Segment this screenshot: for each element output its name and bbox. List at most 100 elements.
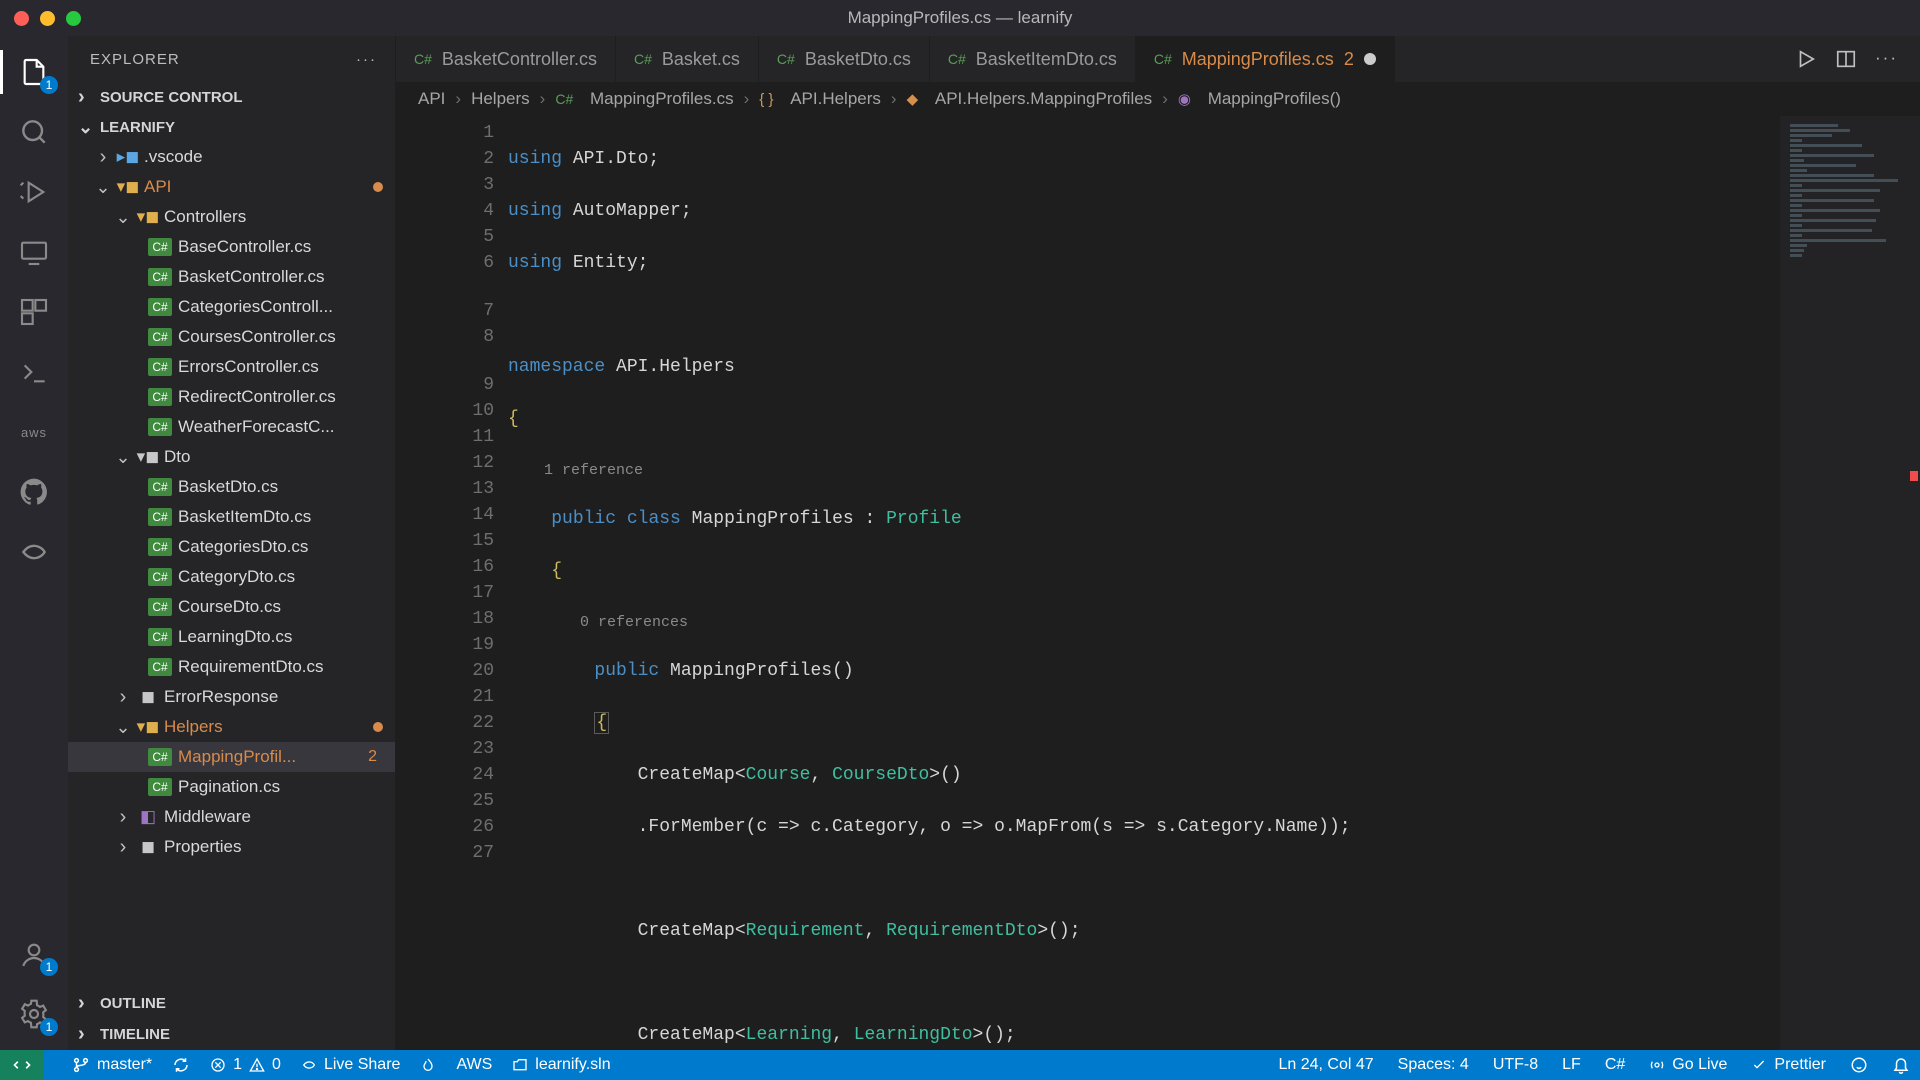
file-pagination[interactable]: C#Pagination.cs bbox=[68, 772, 395, 802]
folder-vscode[interactable]: ▸◼ .vscode bbox=[68, 142, 395, 172]
breadcrumb-seg[interactable]: API bbox=[418, 89, 445, 109]
breadcrumb[interactable]: API› Helpers› C# MappingProfiles.cs› { }… bbox=[396, 82, 1920, 116]
cs-icon: C# bbox=[148, 658, 172, 676]
status-aws[interactable]: AWS bbox=[456, 1056, 492, 1074]
chevron-right-icon bbox=[114, 806, 132, 829]
file-row[interactable]: C#LearningDto.cs bbox=[68, 622, 395, 652]
folder-dto[interactable]: ▾◼ Dto bbox=[68, 442, 395, 472]
tab-basketitemdto[interactable]: C#BasketItemDto.cs bbox=[930, 36, 1136, 82]
explorer-more-icon[interactable]: ··· bbox=[356, 51, 377, 68]
file-row[interactable]: C#BasketController.cs bbox=[68, 262, 395, 292]
activity-github[interactable] bbox=[0, 462, 68, 522]
section-timeline[interactable]: TIMELINE bbox=[68, 1019, 395, 1050]
breadcrumb-seg[interactable]: { } API.Helpers bbox=[759, 89, 881, 109]
window-maximize[interactable] bbox=[66, 11, 81, 26]
cs-icon: C# bbox=[148, 358, 172, 376]
folder-error-response[interactable]: ◼ ErrorResponse bbox=[68, 682, 395, 712]
tab-mappingprofiles[interactable]: C# MappingProfiles.cs 2 bbox=[1136, 36, 1395, 82]
code-editor[interactable]: 123456 78 910111213141516171819202122232… bbox=[396, 116, 1920, 1050]
chevron-down-icon bbox=[114, 717, 132, 738]
folder-open-icon: ▾◼ bbox=[138, 447, 158, 467]
folder-icon: ◼ bbox=[138, 837, 158, 857]
status-sync[interactable] bbox=[172, 1056, 190, 1074]
file-mapping-profiles[interactable]: C# MappingProfil... 2 bbox=[68, 742, 395, 772]
file-row[interactable]: C#RedirectController.cs bbox=[68, 382, 395, 412]
breadcrumb-seg[interactable]: Helpers bbox=[471, 89, 530, 109]
folder-label: .vscode bbox=[144, 147, 203, 167]
file-row[interactable]: C# RequirementDto.cs bbox=[68, 652, 395, 682]
file-row[interactable]: C# ErrorsController.cs bbox=[68, 352, 395, 382]
file-row[interactable]: C#CoursesController.cs bbox=[68, 322, 395, 352]
file-label: BasketDto.cs bbox=[178, 477, 278, 497]
activity-debug[interactable] bbox=[0, 162, 68, 222]
status-live-share[interactable]: Live Share bbox=[301, 1056, 401, 1074]
chevron-right-icon bbox=[78, 86, 94, 109]
tab-bar: C#BasketController.cs C#Basket.cs C#Bask… bbox=[396, 36, 1920, 82]
file-row[interactable]: C#CategoriesDto.cs bbox=[68, 532, 395, 562]
window-close[interactable] bbox=[14, 11, 29, 26]
code-lens[interactable]: 1 reference bbox=[508, 458, 1920, 480]
section-outline[interactable]: OUTLINE bbox=[68, 988, 395, 1019]
folder-label: Middleware bbox=[164, 807, 251, 827]
section-label: TIMELINE bbox=[100, 1026, 170, 1043]
file-label: BasketItemDto.cs bbox=[178, 507, 311, 527]
code-lens[interactable]: 0 references bbox=[508, 610, 1920, 632]
breadcrumb-seg[interactable]: ◆ API.Helpers.MappingProfiles bbox=[907, 89, 1153, 109]
file-label: RedirectController.cs bbox=[178, 387, 336, 407]
minimap[interactable] bbox=[1780, 116, 1920, 1050]
window-title: MappingProfiles.cs — learnify bbox=[848, 8, 1073, 28]
file-row[interactable]: C#BasketItemDto.cs bbox=[68, 502, 395, 532]
file-label: RequirementDto.cs bbox=[178, 657, 324, 677]
split-editor-icon[interactable] bbox=[1835, 48, 1857, 70]
activity-remote[interactable] bbox=[0, 222, 68, 282]
chevron-down-icon bbox=[114, 447, 132, 468]
section-project[interactable]: LEARNIFY bbox=[68, 113, 395, 142]
folder-properties[interactable]: ◼ Properties bbox=[68, 832, 395, 862]
section-source-control[interactable]: SOURCE CONTROL bbox=[68, 82, 395, 113]
activity-accounts[interactable]: 1 bbox=[0, 924, 68, 984]
more-icon[interactable]: ··· bbox=[1875, 48, 1898, 70]
activity-extensions[interactable] bbox=[0, 282, 68, 342]
folder-label: API bbox=[144, 177, 171, 197]
breadcrumb-seg[interactable]: C# MappingProfiles.cs bbox=[555, 89, 733, 109]
folder-api[interactable]: ▾◼ API bbox=[68, 172, 395, 202]
section-label: LEARNIFY bbox=[100, 119, 175, 136]
chevron-right-icon bbox=[78, 1023, 94, 1046]
run-icon[interactable] bbox=[1795, 48, 1817, 70]
tab-basketdto[interactable]: C#BasketDto.cs bbox=[759, 36, 930, 82]
folder-label: Helpers bbox=[164, 717, 223, 737]
file-row[interactable]: C#CategoriesControll... bbox=[68, 292, 395, 322]
folder-icon: ▸◼ bbox=[118, 147, 138, 167]
folder-helpers[interactable]: ▾◼ Helpers bbox=[68, 712, 395, 742]
code-content[interactable]: using API.Dto; using AutoMapper; using E… bbox=[508, 116, 1920, 1050]
cs-icon: C# bbox=[148, 328, 172, 346]
file-row[interactable]: C#WeatherForecastC... bbox=[68, 412, 395, 442]
window-minimize[interactable] bbox=[40, 11, 55, 26]
chevron-down-icon bbox=[78, 117, 94, 138]
file-label: CategoryDto.cs bbox=[178, 567, 295, 587]
file-label: ErrorsController.cs bbox=[178, 357, 319, 377]
explorer-title: EXPLORER bbox=[90, 51, 180, 68]
cs-icon: C# bbox=[148, 568, 172, 586]
status-problems[interactable]: 1 0 bbox=[210, 1056, 281, 1074]
activity-explorer[interactable]: 1 bbox=[0, 42, 68, 102]
status-aws-flame[interactable] bbox=[420, 1057, 436, 1073]
file-row[interactable]: C#BasketDto.cs bbox=[68, 472, 395, 502]
accounts-badge: 1 bbox=[40, 958, 58, 976]
remote-button[interactable] bbox=[0, 1050, 44, 1080]
tab-basket[interactable]: C#Basket.cs bbox=[616, 36, 759, 82]
file-row[interactable]: C#CourseDto.cs bbox=[68, 592, 395, 622]
file-row[interactable]: C#BaseController.cs bbox=[68, 232, 395, 262]
activity-search[interactable] bbox=[0, 102, 68, 162]
folder-middleware[interactable]: ◧ Middleware bbox=[68, 802, 395, 832]
breadcrumb-seg[interactable]: ◉ MappingProfiles() bbox=[1178, 89, 1341, 109]
status-branch[interactable]: master* bbox=[72, 1056, 152, 1074]
activity-terminal[interactable] bbox=[0, 342, 68, 402]
activity-settings[interactable]: 1 bbox=[0, 984, 68, 1044]
activity-share[interactable] bbox=[0, 522, 68, 582]
settings-badge: 1 bbox=[40, 1018, 58, 1036]
tab-basketcontroller[interactable]: C#BasketController.cs bbox=[396, 36, 616, 82]
file-row[interactable]: C# CategoryDto.cs bbox=[68, 562, 395, 592]
activity-aws[interactable]: aws bbox=[0, 402, 68, 462]
folder-controllers[interactable]: ▾◼ Controllers bbox=[68, 202, 395, 232]
